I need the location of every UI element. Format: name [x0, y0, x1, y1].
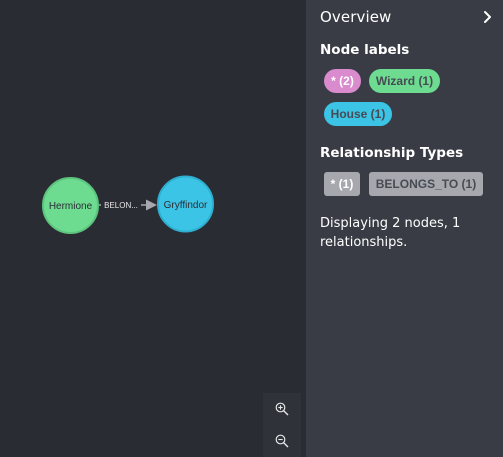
graph-browser: BELON... Hermione Gryffindor Overview No…	[0, 0, 503, 457]
relationship-type-all[interactable]: * (1)	[324, 172, 360, 196]
graph-visualization[interactable]: BELON... Hermione Gryffindor	[0, 0, 306, 457]
relationship-belongs-to[interactable]: BELON...	[99, 198, 157, 212]
node-label-house[interactable]: House (1)	[324, 102, 392, 126]
relationship-types-heading: Relationship Types	[320, 145, 464, 161]
zoom-controls	[263, 393, 301, 457]
zoom-out-button[interactable]	[263, 425, 301, 457]
node-label-gryffindor: Gryffindor	[164, 200, 208, 211]
zoom-in-icon	[275, 402, 289, 416]
collapse-sidebar-button[interactable]	[480, 9, 496, 25]
zoom-out-icon	[275, 434, 289, 448]
relationship-arrowhead	[146, 199, 157, 211]
relationship-label: BELON...	[104, 201, 138, 210]
chevron-right-icon	[484, 11, 491, 23]
node-label-all[interactable]: * (2)	[324, 69, 361, 93]
graph-summary: Displaying 2 nodes, 1 relationships.	[320, 216, 461, 250]
node-label-wizard[interactable]: Wizard (1)	[369, 69, 440, 93]
sidebar-title: Overview	[320, 8, 392, 26]
node-gryffindor[interactable]: Gryffindor	[157, 175, 214, 233]
node-labels-heading: Node labels	[320, 42, 410, 58]
graph-canvas[interactable]: BELON... Hermione Gryffindor	[0, 0, 306, 457]
overview-sidebar: Overview Node labels * (2) Wizard (1) Ho…	[306, 0, 503, 457]
node-hermione[interactable]: Hermione	[42, 177, 99, 234]
relationship-type-belongs-to[interactable]: BELONGS_TO (1)	[369, 172, 483, 196]
node-label-hermione: Hermione	[49, 201, 93, 212]
zoom-in-button[interactable]	[263, 393, 301, 425]
